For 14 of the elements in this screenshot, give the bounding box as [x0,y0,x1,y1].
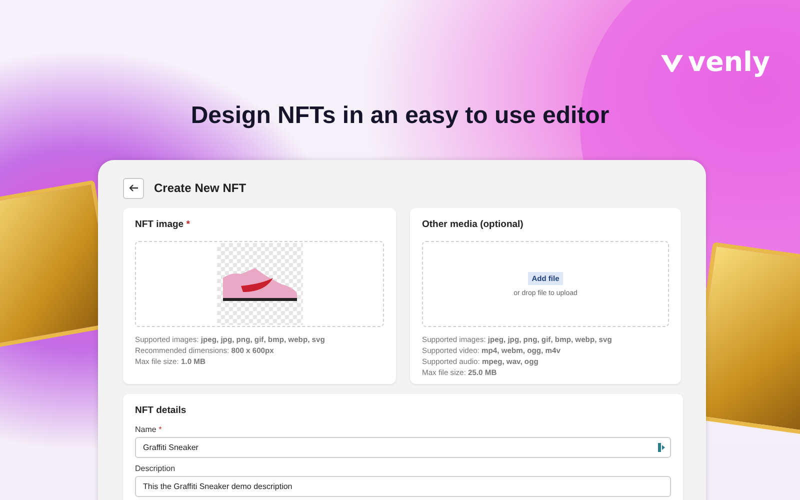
logo-icon [660,53,684,73]
page-title: Create New NFT [154,181,246,195]
back-arrow-icon [128,184,138,192]
text-field[interactable]: Graffiti Sneaker [135,437,671,458]
logo-text: venly [688,48,770,78]
field-label: Description [135,464,176,473]
card-title: NFT image * [135,219,191,230]
field-label: Name * [135,425,163,434]
headline: Design NFTs in an easy to use editor [190,102,610,130]
field-icon [658,443,665,452]
card-title: NFT details [135,405,188,416]
back-button[interactable] [123,178,144,198]
card-title: Other media (optional) [422,219,524,230]
text-field[interactable]: This the Graffiti Sneaker demo description [135,476,671,497]
